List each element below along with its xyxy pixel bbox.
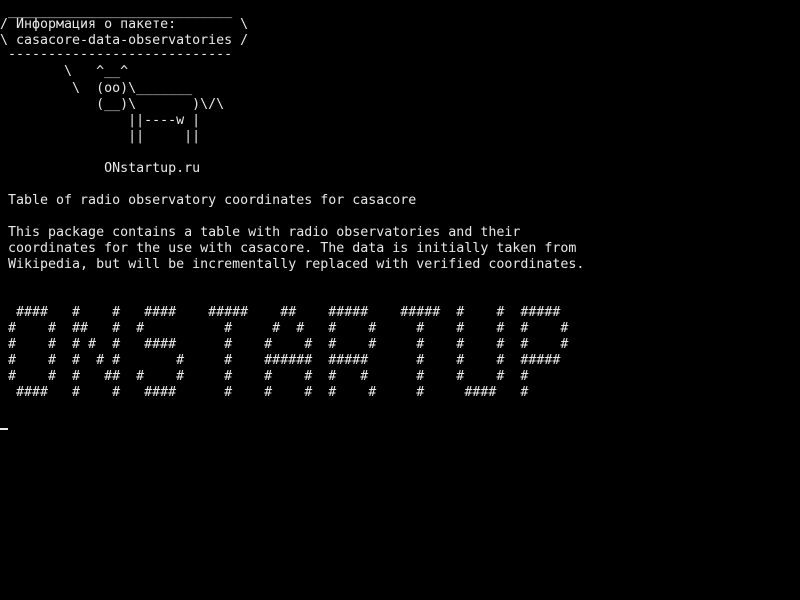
- package-summary: Table of radio observatory coordinates f…: [0, 193, 417, 208]
- speech-bubble-line-info: / Информация о пакете: \: [0, 17, 249, 32]
- banner-line-4: # # # # # # # ###### ##### # # # #####: [0, 353, 561, 368]
- cow-ascii-body: (__)\ )\/\: [0, 97, 225, 112]
- banner-line-5: # # # ## # # # # # # # # # # #: [0, 369, 529, 384]
- terminal-screen: ____________________________ / Информаци…: [0, 0, 800, 600]
- cow-ascii-legs-upper: ||----w |: [0, 113, 201, 128]
- text-cursor[interactable]: [0, 428, 8, 430]
- speech-bubble-bottom: ----------------------------: [0, 47, 233, 62]
- package-description-line-3: Wikipedia, but will be incrementally rep…: [0, 257, 585, 272]
- package-description-line-1: This package contains a table with radio…: [0, 225, 521, 240]
- cow-ascii-ears: \ ^__^: [0, 64, 129, 79]
- banner-line-1: #### # # #### ##### ## ##### ##### # # #…: [0, 305, 561, 320]
- cow-ascii-legs-lower: || ||: [0, 129, 201, 144]
- banner-line-2: # # ## # # # # # # # # # # # #: [0, 321, 569, 336]
- banner-line-3: # # # # # #### # # # # # # # # # #: [0, 337, 569, 352]
- package-description-line-2: coordinates for the use with casacore. T…: [0, 241, 577, 256]
- banner-line-6: #### # # #### # # # # # # #### #: [0, 385, 529, 400]
- cow-ascii-head: \ (oo)\_______: [0, 81, 193, 96]
- site-name: ONstartup.ru: [0, 161, 201, 176]
